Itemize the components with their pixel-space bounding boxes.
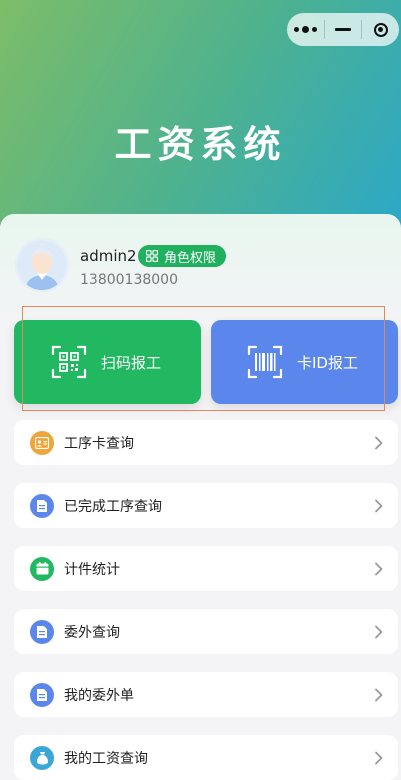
grid-icon (146, 250, 158, 262)
document-icon (30, 619, 54, 644)
document-icon (30, 493, 54, 518)
role-permission-badge[interactable]: 角色权限 (138, 245, 227, 267)
menu-item-label: 工序卡查询 (64, 435, 134, 452)
menu-item-piecework-statistics[interactable]: 计件统计 (14, 546, 398, 591)
document-icon (30, 682, 54, 707)
menu-item-my-salary-query[interactable]: 我的工资查询 (14, 735, 398, 780)
menu-item-my-outsourcing-orders[interactable]: 我的委外单 (14, 672, 398, 717)
chevron-right-icon (375, 499, 383, 512)
avatar-person-icon (17, 240, 67, 290)
scan-code-report-label: 扫码报工 (101, 353, 162, 372)
id-card-icon (30, 430, 54, 455)
qr-scan-icon (51, 345, 87, 379)
menu-item-process-card-query[interactable]: 工序卡查询 (14, 420, 398, 465)
menu-item-label: 已完成工序查询 (64, 498, 162, 515)
close-app-button[interactable] (362, 13, 399, 46)
chevron-right-icon (375, 751, 383, 764)
minimize-icon (335, 28, 351, 31)
page-title: 工资系统 (114, 123, 287, 166)
mini-program-capsule (287, 13, 399, 46)
menu-item-label: 委外查询 (64, 624, 120, 641)
menu-item-completed-process-query[interactable]: 已完成工序查询 (14, 483, 398, 528)
minimize-button[interactable] (325, 13, 362, 46)
chevron-right-icon (375, 625, 383, 638)
card-id-report-button[interactable]: 卡ID报工 (211, 320, 398, 404)
scan-code-report-button[interactable]: 扫码报工 (14, 320, 201, 404)
menu-item-label: 我的委外单 (64, 687, 134, 704)
close-target-icon (373, 22, 388, 37)
card-id-report-label: 卡ID报工 (297, 353, 358, 372)
barcode-scan-icon (247, 345, 283, 379)
role-badge-label: 角色权限 (164, 250, 217, 266)
username: admin2 (80, 247, 137, 265)
avatar[interactable] (15, 238, 69, 292)
money-bag-icon (30, 745, 54, 770)
more-menu-button[interactable] (287, 13, 324, 46)
chevron-right-icon (375, 562, 383, 575)
chevron-right-icon (375, 688, 383, 701)
menu-item-label: 我的工资查询 (64, 750, 148, 767)
menu-item-label: 计件统计 (64, 561, 120, 578)
chevron-right-icon (375, 436, 383, 449)
phone-number: 13800138000 (80, 272, 178, 288)
more-dots-icon (293, 26, 317, 33)
calendar-icon (30, 556, 54, 581)
menu-item-outsourcing-query[interactable]: 委外查询 (14, 609, 398, 654)
